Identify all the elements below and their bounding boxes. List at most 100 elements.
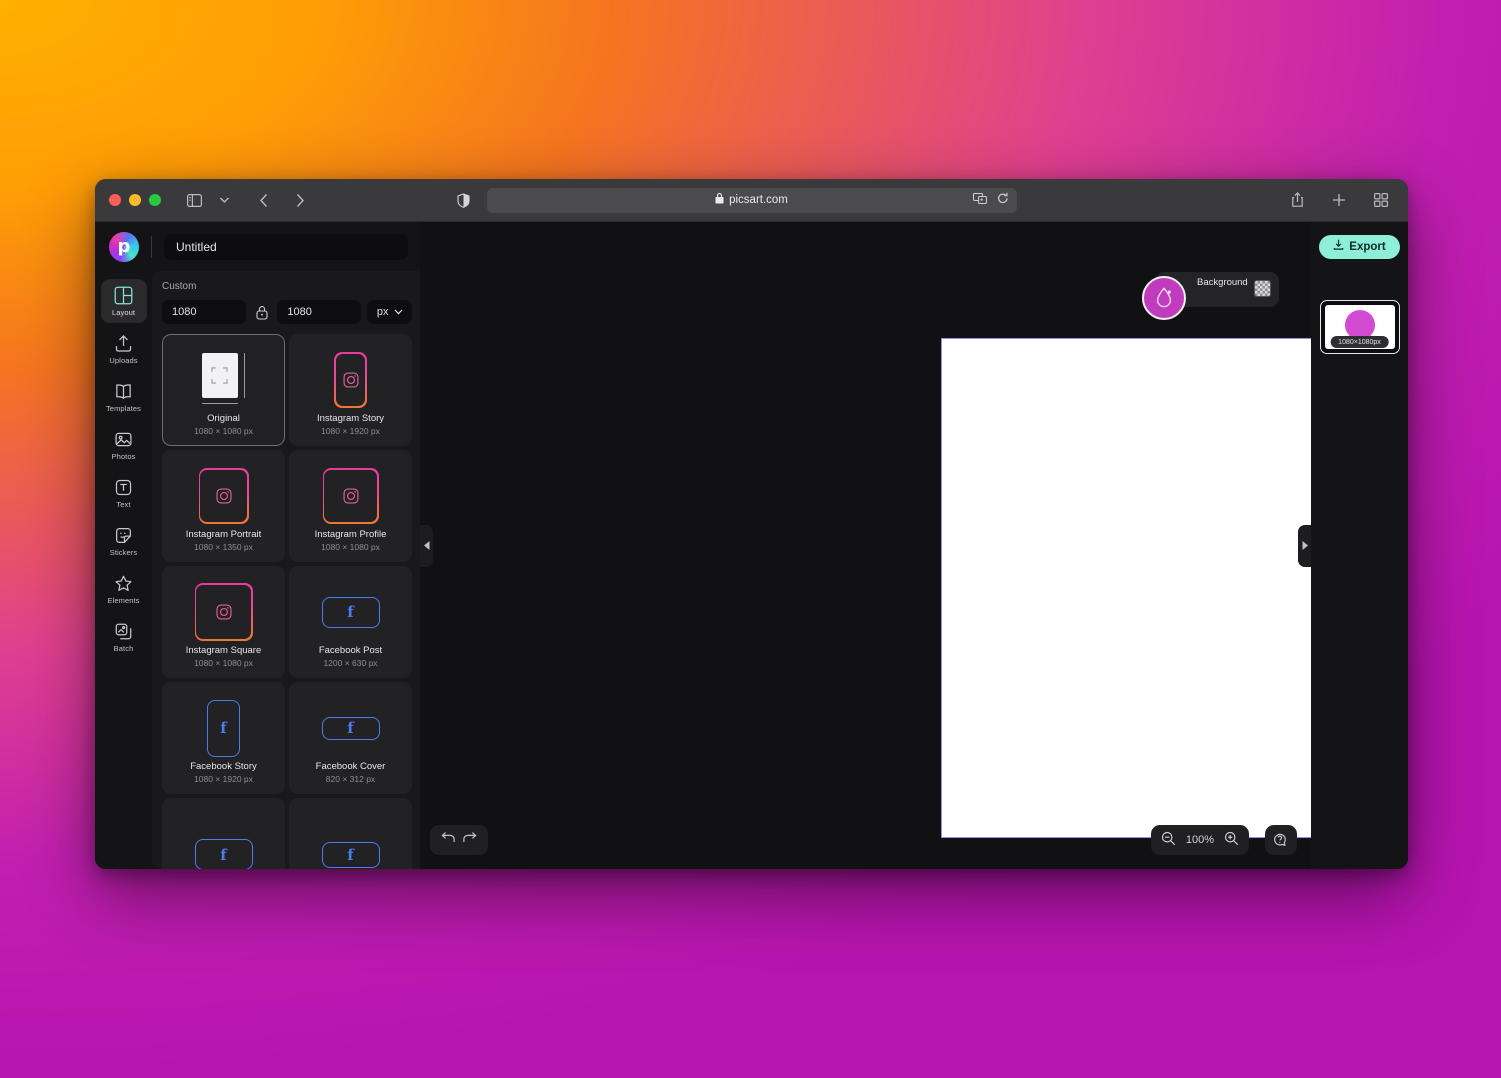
preset-thumbnail: [290, 347, 411, 413]
sidebar-item-label: Batch: [114, 644, 134, 653]
facebook-icon: f: [322, 717, 380, 740]
sidebar-item-stickers[interactable]: Stickers: [101, 519, 147, 563]
height-input[interactable]: [277, 300, 361, 324]
sidebar-item-batch[interactable]: Batch: [101, 615, 147, 659]
preset-name: Facebook Post: [319, 645, 382, 656]
sidebar-item-photos[interactable]: Photos: [101, 423, 147, 467]
background-chip-label: Background: [1197, 277, 1248, 288]
preset-card-instagram-profile[interactable]: Instagram Profile 1080 × 1080 px: [289, 450, 412, 562]
sidebar-item-label: Stickers: [110, 548, 137, 557]
picsart-editor: p Layout: [95, 222, 1408, 869]
page-size-badge: 1080×1080px: [1330, 336, 1389, 348]
preset-thumbnail: [163, 579, 284, 645]
preset-name: Facebook Cover: [316, 761, 386, 772]
collapse-right-icon: [1302, 541, 1308, 550]
chevron-down-icon: [394, 306, 403, 318]
reload-icon[interactable]: [997, 192, 1009, 208]
picsart-logo-icon[interactable]: p: [109, 232, 139, 262]
preset-dimensions: 1080 × 1080 px: [194, 658, 253, 677]
preset-card-partial-2[interactable]: f: [289, 798, 412, 869]
zoom-out-icon[interactable]: [1161, 831, 1176, 849]
url-text: picsart.com: [729, 194, 788, 206]
layout-panel: Custom: [152, 271, 420, 869]
sidebar-item-label: Text: [116, 500, 130, 509]
preset-name: Facebook Story: [190, 761, 257, 772]
privacy-shield-icon[interactable]: [457, 193, 470, 208]
tool-rail: Layout Uploads: [95, 271, 152, 869]
collapse-left-icon: [424, 541, 430, 550]
preset-name: Original: [207, 413, 240, 424]
preset-card-instagram-square[interactable]: Instagram Square 1080 × 1080 px: [162, 566, 285, 678]
unit-select[interactable]: px: [367, 300, 412, 324]
preset-grid: Original 1080 × 1080 px: [162, 334, 412, 869]
export-button[interactable]: Export: [1319, 235, 1399, 259]
sidebar-item-layout[interactable]: Layout: [101, 279, 147, 323]
custom-size-row: px: [162, 300, 412, 324]
forward-arrow-icon[interactable]: [287, 188, 313, 212]
new-tab-icon[interactable]: [1326, 188, 1352, 212]
minimize-window-button[interactable]: [129, 194, 141, 206]
collapse-right-panel-button[interactable]: [1298, 525, 1311, 567]
zoom-in-icon[interactable]: [1224, 831, 1239, 849]
sidebar-item-label: Templates: [106, 404, 141, 413]
preset-card-partial-1[interactable]: f: [162, 798, 285, 869]
redo-icon[interactable]: [462, 831, 479, 850]
zoom-level-label: 100%: [1186, 834, 1214, 846]
back-arrow-icon[interactable]: [251, 188, 277, 212]
sidebar-toggle-icon[interactable]: [181, 188, 207, 212]
right-sidebar: Export 1080×1080px: [1311, 222, 1408, 869]
preset-name: Instagram Square: [186, 645, 262, 656]
close-window-button[interactable]: [109, 194, 121, 206]
preset-card-original[interactable]: Original 1080 × 1080 px: [162, 334, 285, 446]
address-bar[interactable]: picsart.com: [487, 188, 1017, 213]
preset-dimensions: 1080 × 1080 px: [321, 542, 380, 561]
sidebar-item-label: Elements: [107, 596, 139, 605]
document-title-input[interactable]: [164, 234, 408, 260]
preset-card-instagram-portrait[interactable]: Instagram Portrait 1080 × 1350 px: [162, 450, 285, 562]
unit-value: px: [377, 306, 389, 318]
tab-overview-icon[interactable]: [1368, 188, 1394, 212]
share-icon[interactable]: [1284, 188, 1310, 212]
sidebar-chevron-down-icon[interactable]: [211, 188, 237, 212]
background-color-bubble[interactable]: [1142, 276, 1186, 320]
preset-card-instagram-story[interactable]: Instagram Story 1080 × 1920 px: [289, 334, 412, 446]
help-button[interactable]: [1265, 825, 1297, 855]
undo-icon[interactable]: [439, 831, 456, 850]
preset-dimensions: 1080 × 1080 px: [194, 426, 253, 445]
facebook-icon: f: [322, 597, 380, 628]
transparent-swatch-icon[interactable]: [1254, 280, 1271, 297]
lock-aspect-ratio-icon[interactable]: [252, 305, 271, 320]
browser-toolbar: picsart.com: [95, 179, 1408, 222]
preset-thumbnail: f: [290, 579, 411, 645]
window-traffic-lights: [109, 194, 161, 206]
preset-card-facebook-cover[interactable]: f Facebook Cover 820 × 312 px: [289, 682, 412, 794]
download-icon: [1333, 239, 1344, 254]
page-thumbnail[interactable]: 1080×1080px: [1320, 300, 1400, 354]
preset-card-facebook-post[interactable]: f Facebook Post 1200 × 630 px: [289, 566, 412, 678]
preset-dimensions: 1080 × 1920 px: [321, 426, 380, 445]
extensions-icon[interactable]: [973, 192, 988, 208]
sidebar-item-elements[interactable]: Elements: [101, 567, 147, 611]
preset-thumbnail: f: [163, 811, 284, 869]
lock-icon: [715, 193, 724, 207]
preset-thumbnail: [163, 347, 284, 413]
original-canvas-icon: [202, 353, 238, 398]
collapse-left-panel-button[interactable]: [420, 525, 433, 567]
preset-dimensions: 1200 × 630 px: [323, 658, 377, 677]
preset-dimensions: 820 × 312 px: [326, 774, 375, 793]
preset-thumbnail: f: [163, 695, 284, 761]
sidebar-item-label: Uploads: [109, 356, 137, 365]
preset-thumbnail: f: [290, 695, 411, 761]
preset-dimensions: 1080 × 1350 px: [194, 542, 253, 561]
preset-card-facebook-story[interactable]: f Facebook Story 1080 × 1920 px: [162, 682, 285, 794]
sidebar-item-label: Photos: [112, 452, 136, 461]
header-divider: [151, 236, 152, 258]
sidebar-item-text[interactable]: Text: [101, 471, 147, 515]
color-droplet-icon: [1154, 286, 1174, 310]
facebook-icon: f: [207, 700, 240, 757]
width-input[interactable]: [162, 300, 246, 324]
sidebar-item-uploads[interactable]: Uploads: [101, 327, 147, 371]
facebook-icon: f: [322, 842, 380, 868]
maximize-window-button[interactable]: [149, 194, 161, 206]
sidebar-item-templates[interactable]: Templates: [101, 375, 147, 419]
